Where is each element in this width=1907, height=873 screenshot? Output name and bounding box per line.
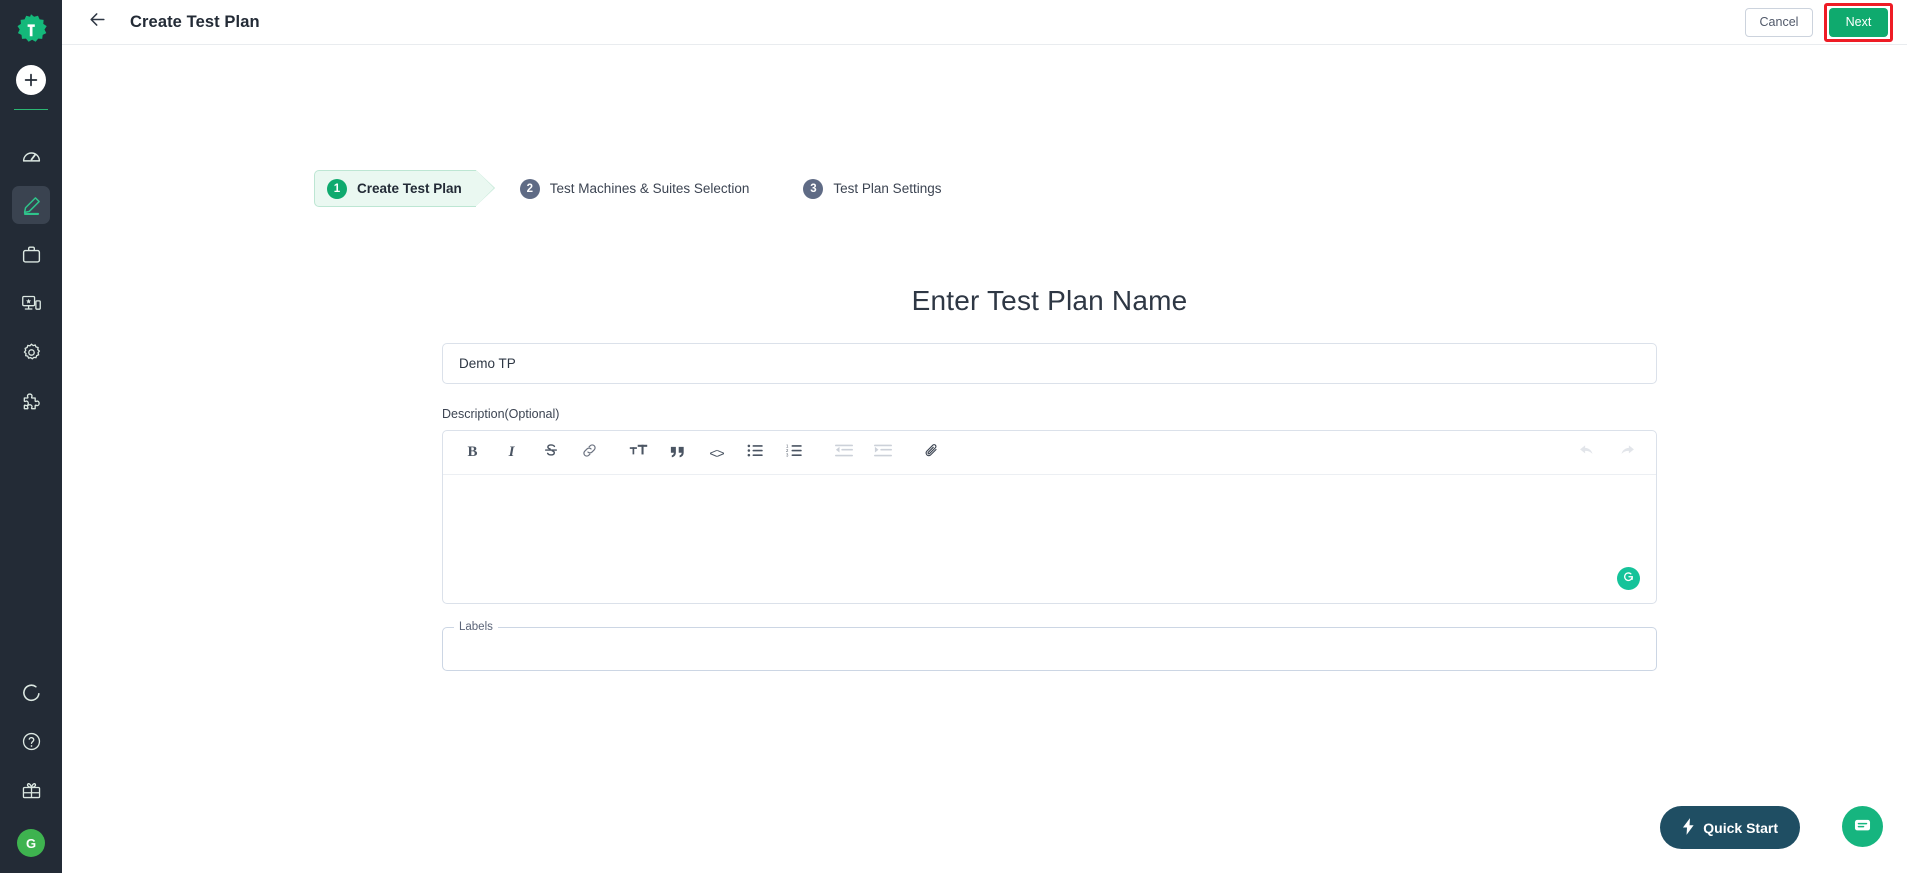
stepper-step-3[interactable]: 3 Test Plan Settings (803, 170, 951, 207)
stepper-step-1[interactable]: 1 Create Test Plan (314, 170, 495, 207)
redo-arrow-icon (1617, 442, 1636, 464)
sidebar-item-status[interactable] (12, 673, 50, 711)
stepper-step-3-label: Test Plan Settings (833, 181, 942, 196)
text-size-icon (629, 442, 648, 463)
sidebar-item-dashboard[interactable] (12, 137, 50, 175)
quick-start-button[interactable]: Quick Start (1660, 806, 1800, 849)
description-editor: B I <> 1 2 3 (442, 430, 1657, 604)
labels-input[interactable] (442, 630, 1657, 671)
indent-icon (873, 443, 892, 463)
grammarly-g-icon (1621, 569, 1636, 589)
redo-button[interactable] (1613, 439, 1640, 466)
numbered-list-icon: 1 2 3 (786, 443, 803, 463)
link-button[interactable] (576, 439, 603, 466)
text-size-button[interactable] (625, 439, 652, 466)
attachment-button[interactable] (918, 439, 945, 466)
grammarly-button[interactable] (1617, 567, 1640, 590)
chat-button[interactable] (1842, 806, 1883, 847)
plus-icon (23, 72, 39, 88)
outdent-icon (834, 443, 853, 463)
sidebar-bottom-group: G (12, 662, 50, 873)
numbered-list-button[interactable]: 1 2 3 (781, 439, 808, 466)
gift-icon (21, 780, 42, 801)
cancel-button[interactable]: Cancel (1745, 7, 1813, 37)
bullet-list-button[interactable] (742, 439, 769, 466)
sidebar-item-settings[interactable] (12, 333, 50, 371)
description-label: Description(Optional) (442, 407, 560, 421)
briefcase-icon (21, 244, 42, 265)
stepper-step-2-label: Test Machines & Suites Selection (549, 181, 750, 196)
create-test-plan-form: Enter Test Plan Name Description(Optiona… (442, 285, 1657, 671)
testsigma-gear-logo-icon (14, 13, 48, 52)
stepper-step-2-number: 2 (519, 178, 540, 199)
lightning-bolt-icon (1682, 817, 1695, 838)
chat-bubble-icon (1852, 815, 1873, 839)
main-content: Create Test Plan Cancel Next 1 Create Te… (62, 0, 1907, 873)
strikethrough-icon (543, 442, 559, 463)
stepper: 1 Create Test Plan 2 Test Machines & Sui… (314, 170, 951, 207)
form-heading: Enter Test Plan Name (911, 285, 1188, 316)
stepper-step-1-number: 1 (327, 178, 347, 199)
description-textarea[interactable] (443, 475, 1656, 603)
pencil-icon (21, 195, 42, 216)
bold-button[interactable]: B (459, 439, 486, 466)
gear-icon (21, 342, 42, 363)
sidebar-item-devices[interactable] (12, 284, 50, 322)
undo-arrow-icon (1578, 442, 1597, 464)
paperclip-icon (923, 442, 940, 464)
question-mark-icon (21, 731, 42, 752)
link-icon (581, 442, 598, 464)
stepper-step-2[interactable]: 2 Test Machines & Suites Selection (519, 170, 760, 207)
puzzle-icon (21, 391, 42, 412)
sidebar-divider (14, 109, 48, 110)
undo-button[interactable] (1574, 439, 1601, 466)
outdent-button[interactable] (830, 439, 857, 466)
add-button[interactable] (16, 65, 46, 95)
code-button[interactable]: <> (703, 439, 730, 466)
loading-circle-icon (21, 682, 42, 703)
next-button[interactable]: Next (1829, 7, 1888, 37)
page-title: Create Test Plan (130, 12, 260, 31)
avatar[interactable]: G (17, 829, 45, 857)
app-root: G Create Test Plan Cancel Next 1 Create … (0, 0, 1907, 873)
sidebar-item-create[interactable] (12, 186, 50, 224)
arrow-left-icon (88, 10, 107, 34)
sidebar-item-help[interactable] (12, 722, 50, 760)
editor-toolbar: B I <> 1 2 3 (443, 431, 1656, 475)
app-logo[interactable] (0, 8, 62, 56)
italic-button[interactable]: I (498, 439, 525, 466)
svg-text:3: 3 (786, 452, 789, 457)
bullet-list-icon (747, 443, 764, 463)
left-sidebar: G (0, 0, 62, 873)
blockquote-button[interactable] (664, 439, 691, 466)
next-button-highlight: Next (1824, 2, 1893, 42)
stepper-step-1-label: Create Test Plan (357, 181, 462, 196)
quote-icon (670, 445, 686, 459)
sidebar-item-whatsnew[interactable] (12, 771, 50, 809)
sidebar-item-projects[interactable] (12, 235, 50, 273)
quick-start-label: Quick Start (1703, 819, 1778, 836)
sidebar-item-addons[interactable] (12, 382, 50, 420)
speedometer-icon (21, 146, 42, 167)
top-bar: Create Test Plan Cancel Next (62, 0, 1907, 45)
stepper-step-3-number: 3 (803, 178, 824, 199)
back-button[interactable] (80, 5, 114, 39)
test-plan-name-input[interactable] (442, 343, 1657, 384)
strikethrough-button[interactable] (537, 439, 564, 466)
devices-icon (21, 293, 42, 314)
indent-button[interactable] (869, 439, 896, 466)
labels-field: Labels (442, 621, 1657, 671)
